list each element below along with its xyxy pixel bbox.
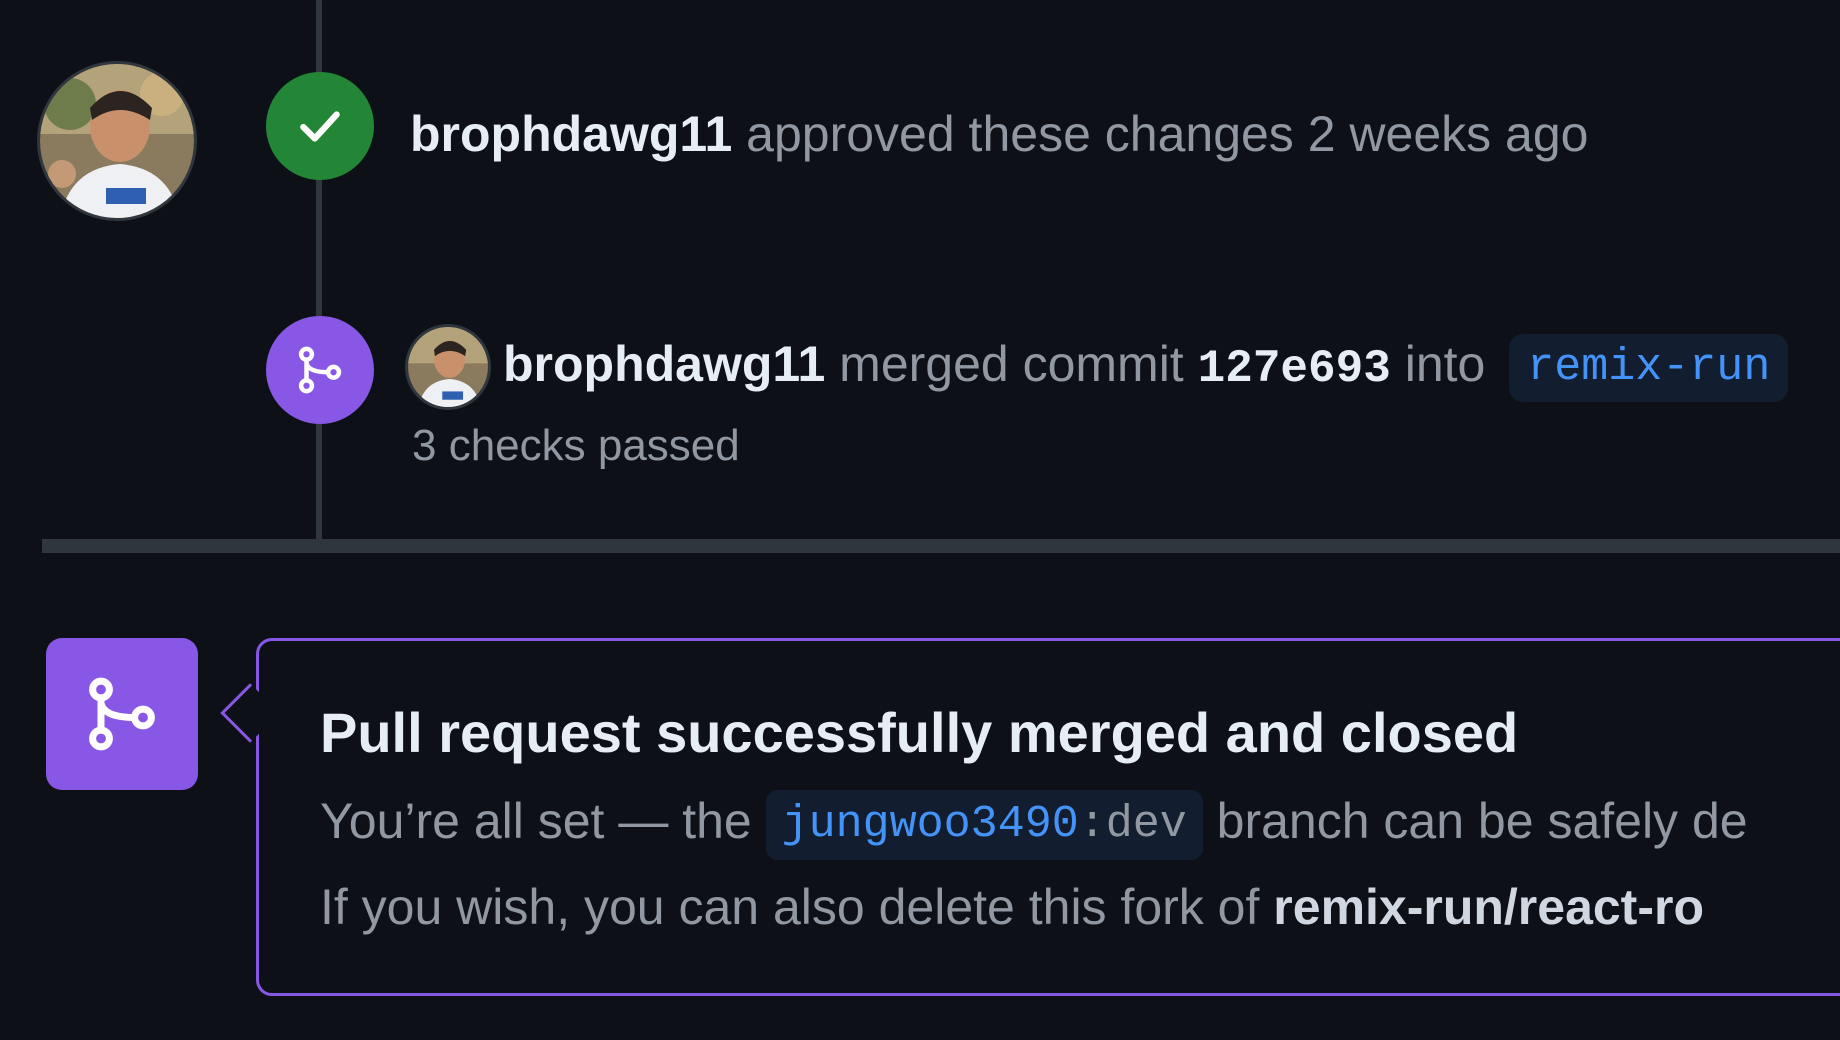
merged-event: brophdawg11 merged commit 127e693 into r… [503,334,1789,402]
timeline-divider [42,539,1840,553]
merger-avatar[interactable] [408,327,488,407]
merged-badge [266,316,374,424]
approved-badge [266,72,374,180]
avatar[interactable] [40,64,194,218]
merged-status-icon-box [46,638,198,790]
check-icon [300,111,340,142]
approved-time[interactable]: 2 weeks ago [1308,106,1589,162]
head-branch-chip[interactable]: jungwoo3490:dev [765,790,1203,860]
fork-repo-link[interactable]: remix-run/react-ro [1273,879,1704,935]
message-prefix: You’re all set — the [320,793,752,850]
approved-text: approved these changes [746,106,1294,162]
merge-status-title: Pull request successfully merged and clo… [320,701,1519,764]
into-text: into [1404,336,1486,393]
delete-fork-message: If you wish, you can also delete this fo… [320,876,1704,938]
checks-status[interactable]: 3 checks passed [412,418,740,474]
merged-text: merged commit [839,336,1184,393]
commit-sha-link[interactable]: 127e693 [1198,343,1391,395]
message-suffix: branch can be safely de [1216,793,1748,850]
branch-separator: : [1078,799,1106,850]
branch-owner: jungwoo3490 [781,799,1079,850]
base-branch-chip[interactable]: remix-run [1509,334,1789,402]
approver-username[interactable]: brophdawg11 [410,106,732,162]
git-merge-icon [89,677,155,751]
branch-name: dev [1105,799,1187,850]
merge-status-message: You’re all set — the jungwoo3490:dev bra… [320,790,1748,860]
merger-username[interactable]: brophdawg11 [503,336,825,392]
delete-fork-prefix: If you wish, you can also delete this fo… [320,879,1260,935]
approved-event: brophdawg11 approved these changes 2 wee… [410,104,1588,164]
git-merge-icon [298,346,342,394]
